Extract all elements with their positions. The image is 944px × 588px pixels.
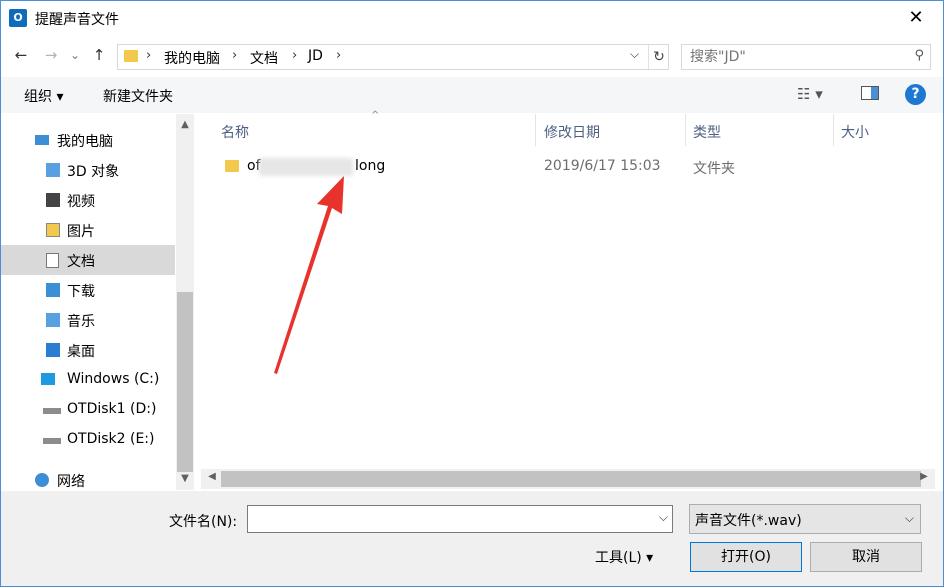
tools-menu[interactable]: 工具(L) ▾: [595, 547, 653, 567]
open-button[interactable]: 打开(O): [690, 542, 802, 572]
dialog-footer: 文件名(N): ⌵ 声音文件(*.wav) ⌵ 工具(L) ▾ 打开(O) 取消: [1, 491, 943, 586]
chevron-down-icon[interactable]: ⌵: [659, 510, 668, 525]
filename-label: 文件名(N):: [169, 514, 238, 530]
file-type-select[interactable]: 声音文件(*.wav) ⌵: [689, 504, 921, 534]
filename-field[interactable]: ⌵: [247, 505, 673, 533]
chevron-down-icon: ⌵: [904, 511, 914, 525]
file-dialog: O 提醒声音文件 ✕ ← → ⌄ ↑ › 我的电脑 › 文档 › JD › ⌵ …: [0, 0, 944, 587]
file-type-value: 声音文件(*.wav): [695, 513, 802, 529]
cancel-button[interactable]: 取消: [810, 542, 922, 572]
